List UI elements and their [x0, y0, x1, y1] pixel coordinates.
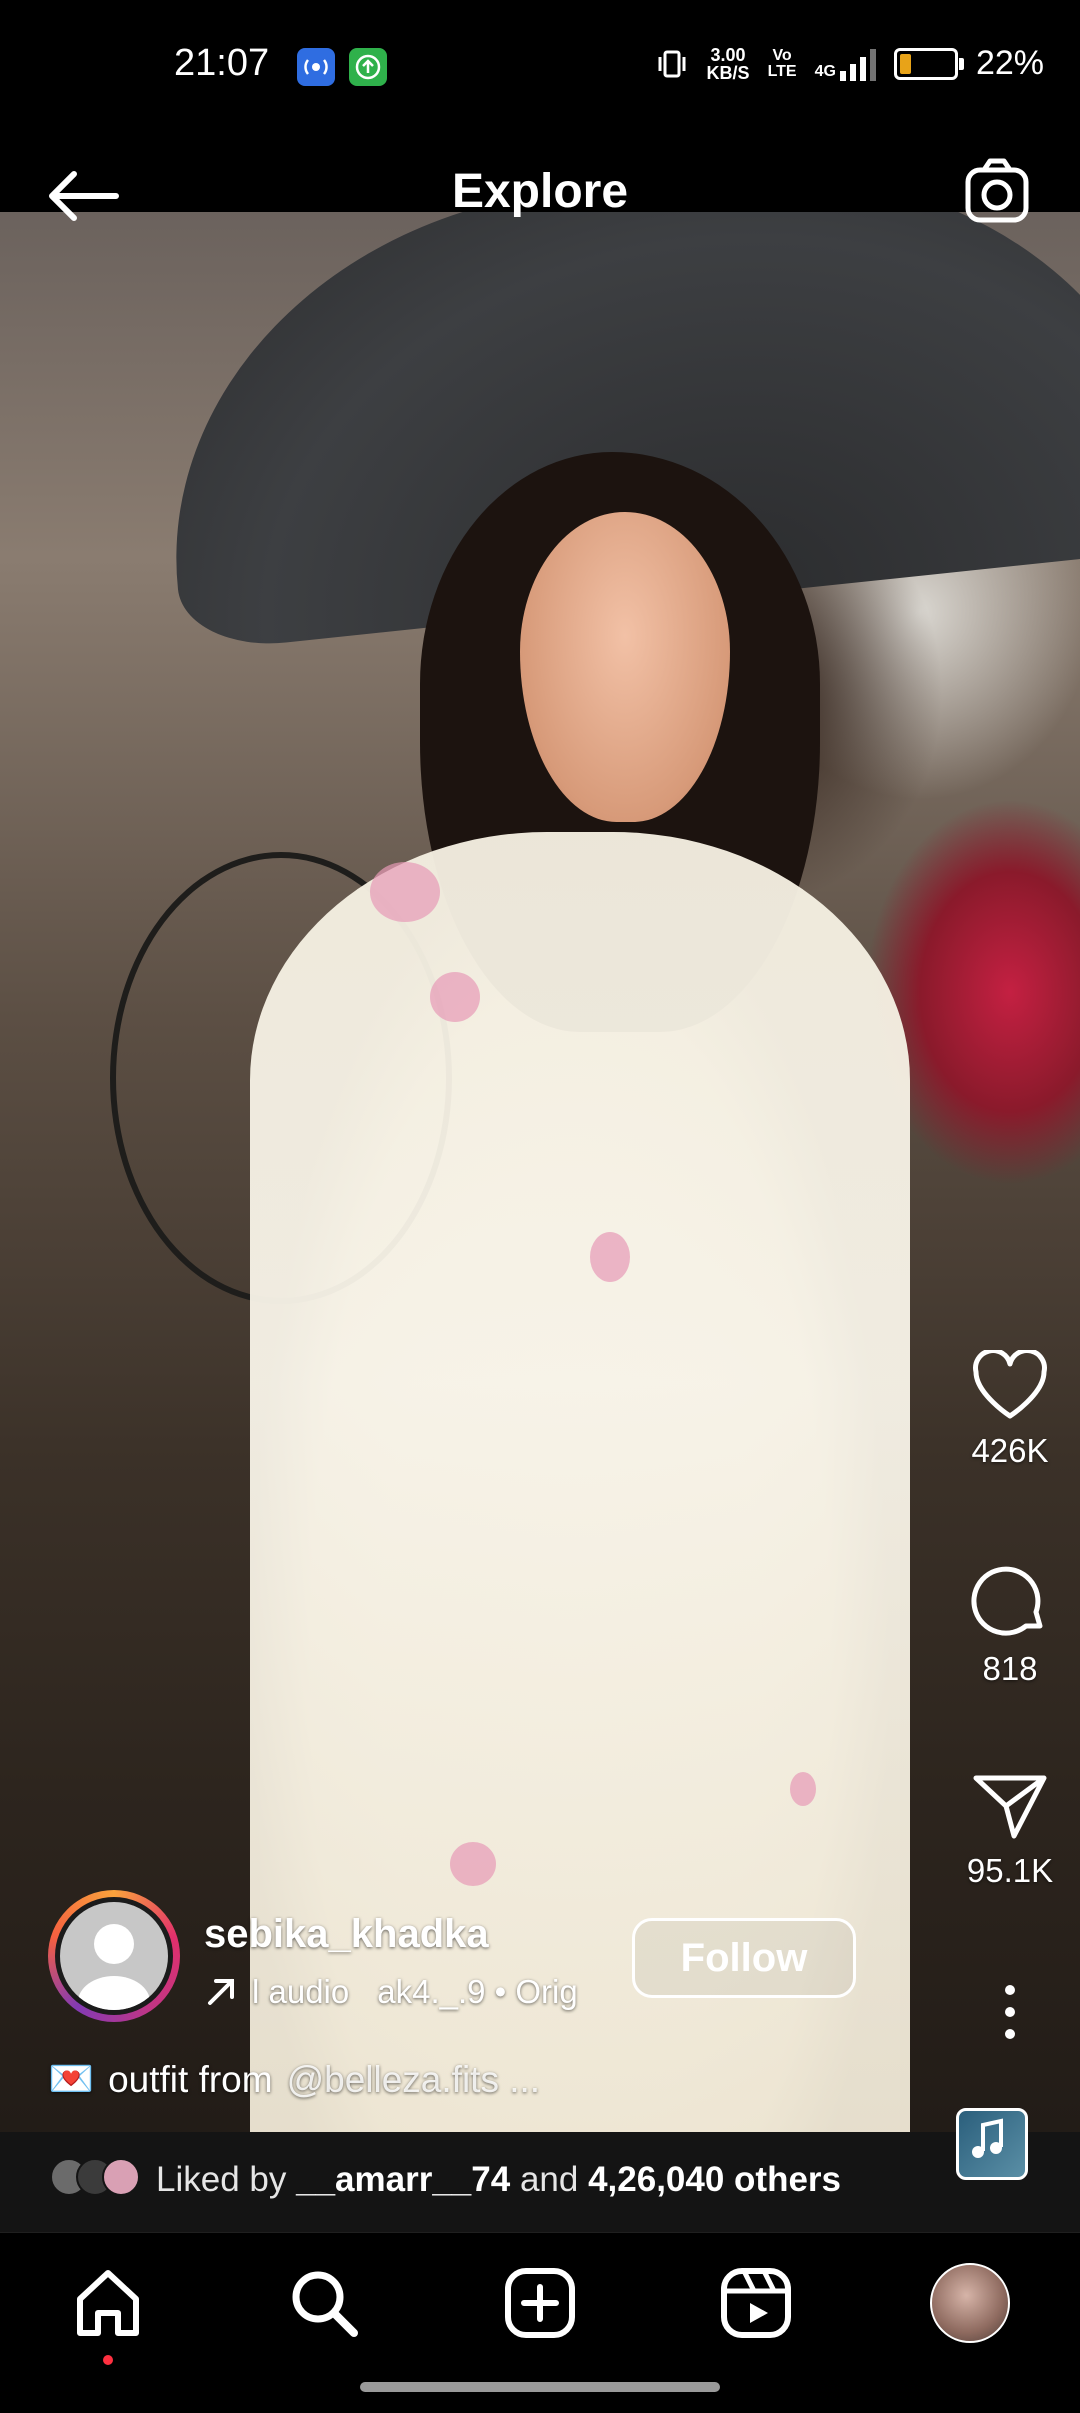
status-indicators: 3.00 KB/S Vo LTE 4G 22% [655, 44, 1044, 83]
embroidery-spot [370, 862, 440, 922]
face-shape [520, 512, 730, 822]
nav-create[interactable] [500, 2263, 580, 2343]
username[interactable]: sebika_khadka [204, 1912, 489, 1957]
caption[interactable]: 💌 outfit from @belleza.fits ... [48, 2058, 540, 2101]
share-action: 95.1K [940, 1770, 1080, 1890]
embroidery-spot [450, 1842, 496, 1886]
radio-app-icon [297, 48, 335, 86]
net-speed: 3.00 KB/S [707, 46, 750, 82]
caption-text: outfit from [108, 2058, 273, 2100]
comment-icon[interactable] [970, 1560, 1050, 1640]
home-indicator[interactable] [360, 2382, 720, 2392]
profile-avatar[interactable] [930, 2263, 1010, 2343]
page-title: Explore [451, 165, 629, 218]
status-bar: 21:07 3.00 KB/S Vo LTE 4G 22% [0, 0, 1080, 108]
volte-top: Vo [772, 46, 792, 64]
audio-label: l audio [252, 1973, 350, 2010]
audio-info[interactable]: l audio ak4._.9 • Orig [204, 1970, 650, 2014]
caption-mention[interactable]: @belleza.fits ... [287, 2059, 541, 2101]
comment-count[interactable]: 818 [940, 1650, 1080, 1688]
net-speed-value: 3.00 [710, 44, 746, 65]
create-icon[interactable] [500, 2263, 580, 2343]
liked-by-row[interactable]: Liked by __amarr__74 and 4,26,040 others [0, 2132, 1080, 2232]
like-count[interactable]: 426K [940, 1432, 1080, 1470]
envelope-emoji: 💌 [48, 2058, 95, 2099]
net-speed-unit: KB/S [706, 62, 750, 83]
author-row: sebika_khadka l audio ak4._.9 • Orig Fol… [48, 1890, 1048, 2030]
audio-source: ak4._.9 • Orig [377, 1973, 578, 2010]
search-icon[interactable] [284, 2263, 364, 2343]
audio-thumbnail[interactable] [956, 2108, 1028, 2180]
liked-avatars [50, 2158, 140, 2196]
liked-by-and: and [519, 2160, 579, 2199]
embroidery-spot [430, 972, 480, 1022]
avatar[interactable] [48, 1890, 180, 2022]
network-type: 4G [814, 62, 836, 80]
battery-icon [893, 47, 964, 80]
heart-icon[interactable] [970, 1350, 1050, 1422]
nav-search[interactable] [284, 2263, 364, 2343]
liked-by-prefix: Liked by [156, 2160, 287, 2199]
share-icon[interactable] [970, 1770, 1050, 1842]
embroidery-spot [790, 1772, 816, 1806]
like-action: 426K [940, 1350, 1080, 1470]
volte-indicator: Vo LTE [767, 46, 797, 80]
liked-by-user[interactable]: __amarr__74 [296, 2160, 510, 2199]
camera-icon[interactable] [960, 152, 1040, 232]
notification-dot [103, 2355, 113, 2365]
upload-app-icon [349, 48, 387, 86]
battery-fill [899, 53, 911, 74]
nav-reels[interactable] [716, 2263, 796, 2343]
liker-avatar [102, 2158, 140, 2196]
embroidery-spot [590, 1232, 630, 1282]
default-user-icon [78, 1924, 150, 2010]
status-time: 21:07 [174, 42, 270, 84]
home-icon[interactable] [68, 2263, 148, 2343]
comment-action: 818 [940, 1560, 1080, 1688]
follow-button[interactable]: Follow [632, 1918, 856, 1998]
liked-by-text: Liked by __amarr__74 and 4,26,040 others [156, 2160, 841, 2200]
battery-percent: 22% [975, 44, 1044, 82]
music-note-icon [972, 2118, 1003, 2158]
volte-bottom: LTE [767, 62, 797, 80]
liked-by-others[interactable]: 4,26,040 others [588, 2160, 841, 2199]
share-count[interactable]: 95.1K [940, 1852, 1080, 1890]
vibrate-icon [658, 50, 686, 77]
reel-video[interactable] [0, 212, 1080, 2132]
signal-icon [839, 47, 876, 81]
reels-icon[interactable] [716, 2263, 796, 2343]
nav-home[interactable] [68, 2263, 148, 2365]
arrow-up-right-icon [208, 1979, 234, 2005]
